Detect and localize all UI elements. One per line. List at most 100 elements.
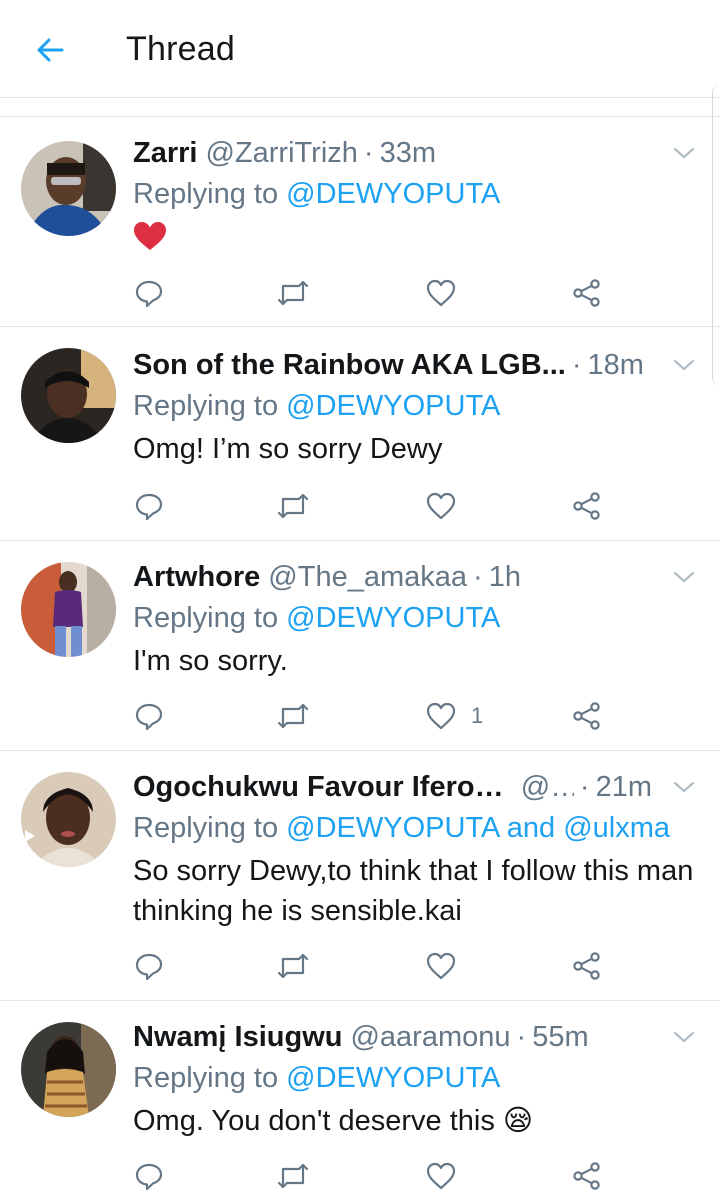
tweet-actions	[133, 486, 613, 526]
like-button[interactable]	[425, 486, 471, 526]
tweet-text: So sorry Dewy,to think that I follow thi…	[133, 855, 694, 927]
retweet-icon	[277, 1163, 309, 1189]
tweet-text	[133, 217, 702, 262]
back-button[interactable]	[32, 32, 68, 68]
mention-link[interactable]: @DEWYOPUTA	[286, 178, 500, 210]
author-handle[interactable]: @...	[521, 771, 574, 804]
replying-to: Replying to @DEWYOPUTA	[133, 597, 702, 639]
reply-button[interactable]	[133, 946, 165, 986]
reply-icon	[135, 280, 163, 308]
retweet-icon	[277, 493, 309, 519]
like-count: 1	[471, 703, 484, 728]
mention-link[interactable]: @DEWYOPUTA and @ulxma	[286, 812, 670, 844]
avatar[interactable]	[21, 1022, 116, 1117]
back-arrow-icon	[37, 38, 64, 62]
heart-outline-icon	[426, 492, 456, 520]
tweet-text: I'm so sorry.	[133, 645, 288, 677]
tweet-menu-button[interactable]	[666, 1019, 702, 1055]
timestamp[interactable]: 1h	[489, 561, 521, 594]
replying-to: Replying to @DEWYOPUTA	[133, 173, 702, 215]
retweet-icon	[277, 280, 309, 306]
tweet-menu-button[interactable]	[666, 559, 702, 595]
tweet-actions	[133, 1156, 613, 1196]
chevron-down-icon	[674, 360, 694, 371]
retweet-icon	[277, 703, 309, 729]
author-handle[interactable]: @The_amakaa	[268, 561, 467, 594]
tweet-menu-button[interactable]	[666, 347, 702, 383]
separator-dot: ·	[571, 348, 582, 381]
replying-to: Replying to @DEWYOPUTA	[133, 385, 702, 427]
mention-link[interactable]: @DEWYOPUTA	[286, 602, 500, 634]
replying-to-label: Replying to	[133, 602, 279, 634]
share-icon	[573, 492, 600, 520]
retweet-button[interactable]	[275, 486, 311, 526]
timestamp[interactable]: 55m	[532, 1021, 588, 1054]
like-button[interactable]	[425, 1156, 471, 1196]
reply-button[interactable]	[133, 486, 165, 526]
like-button[interactable]	[425, 273, 471, 313]
timestamp[interactable]: 33m	[380, 137, 436, 170]
like-button[interactable]: 1	[425, 696, 483, 736]
tweet-actions	[133, 946, 613, 986]
share-button[interactable]	[571, 946, 603, 986]
retweet-button[interactable]	[275, 946, 311, 986]
tweet-item[interactable]: Zarri @ZarriTrizh · 33m Replying to @DEW…	[0, 116, 720, 327]
mention-link[interactable]: @DEWYOPUTA	[286, 390, 500, 422]
reply-button[interactable]	[133, 696, 165, 736]
replying-to-label: Replying to	[133, 812, 279, 844]
replying-to-label: Replying to	[133, 1062, 279, 1094]
author-handle[interactable]: @ZarriTrizh	[205, 137, 357, 170]
author-name[interactable]: Artwhore	[133, 561, 260, 594]
mention-link[interactable]: @DEWYOPUTA	[286, 1062, 500, 1094]
replying-to-label: Replying to	[133, 390, 279, 422]
author-name[interactable]: Nwamį Isiugwu	[133, 1021, 342, 1054]
reply-icon	[135, 953, 163, 981]
retweet-button[interactable]	[275, 273, 311, 313]
tweet-item[interactable]: Ogochukwu Favour Iferobia @... · 21m Rep…	[0, 751, 720, 1001]
share-button[interactable]	[571, 696, 603, 736]
tweet-actions: 1	[133, 696, 613, 736]
separator-dot: ·	[516, 1020, 527, 1053]
app-header: Thread	[0, 0, 720, 98]
heart-outline-icon	[426, 279, 456, 307]
timestamp[interactable]: 18m	[588, 349, 644, 382]
chevron-down-icon	[674, 572, 694, 583]
reply-icon	[135, 703, 163, 731]
reply-button[interactable]	[133, 1156, 165, 1196]
retweet-button[interactable]	[275, 1156, 311, 1196]
like-button[interactable]	[425, 946, 471, 986]
author-name[interactable]: Zarri	[133, 137, 197, 170]
avatar[interactable]	[21, 348, 116, 443]
author-name[interactable]: Son of the Rainbow AKA LGB...	[133, 349, 566, 382]
replying-to: Replying to @DEWYOPUTA	[133, 1057, 702, 1099]
heart-outline-icon	[426, 952, 456, 980]
share-button[interactable]	[571, 273, 603, 313]
share-icon	[573, 952, 600, 980]
reply-icon	[135, 493, 163, 521]
avatar[interactable]	[21, 562, 116, 657]
tweet-text: Omg! I’m so sorry Dewy	[133, 433, 443, 465]
tweet-menu-button[interactable]	[666, 769, 702, 805]
separator-dot: ·	[473, 560, 483, 593]
tweet-item[interactable]: Son of the Rainbow AKA LGB... · 18m Repl…	[0, 327, 720, 541]
share-icon	[573, 1162, 600, 1190]
reply-button[interactable]	[133, 273, 165, 313]
retweet-icon	[277, 953, 309, 979]
tweet-item[interactable]: Artwhore @The_amakaa · 1h Replying to @D…	[0, 541, 720, 751]
chevron-down-icon	[674, 782, 694, 793]
retweet-button[interactable]	[275, 696, 311, 736]
heart-emoji-icon	[134, 222, 166, 250]
share-button[interactable]	[571, 1156, 603, 1196]
tweet-item[interactable]: Nwamį Isiugwu @aaramonu · 55m Replying t…	[0, 1001, 720, 1203]
share-button[interactable]	[571, 486, 603, 526]
tweet-text: Omg. You don't deserve this 😪	[133, 1105, 534, 1137]
heart-outline-icon	[426, 1162, 456, 1190]
chevron-down-icon	[674, 1032, 694, 1043]
timestamp[interactable]: 21m	[596, 771, 652, 804]
author-name[interactable]: Ogochukwu Favour Iferobia	[133, 771, 513, 804]
author-handle[interactable]: @aaramonu	[350, 1021, 510, 1054]
avatar[interactable]	[21, 772, 116, 867]
avatar[interactable]	[21, 141, 116, 236]
share-icon	[573, 279, 600, 307]
tweet-menu-button[interactable]	[666, 135, 702, 171]
